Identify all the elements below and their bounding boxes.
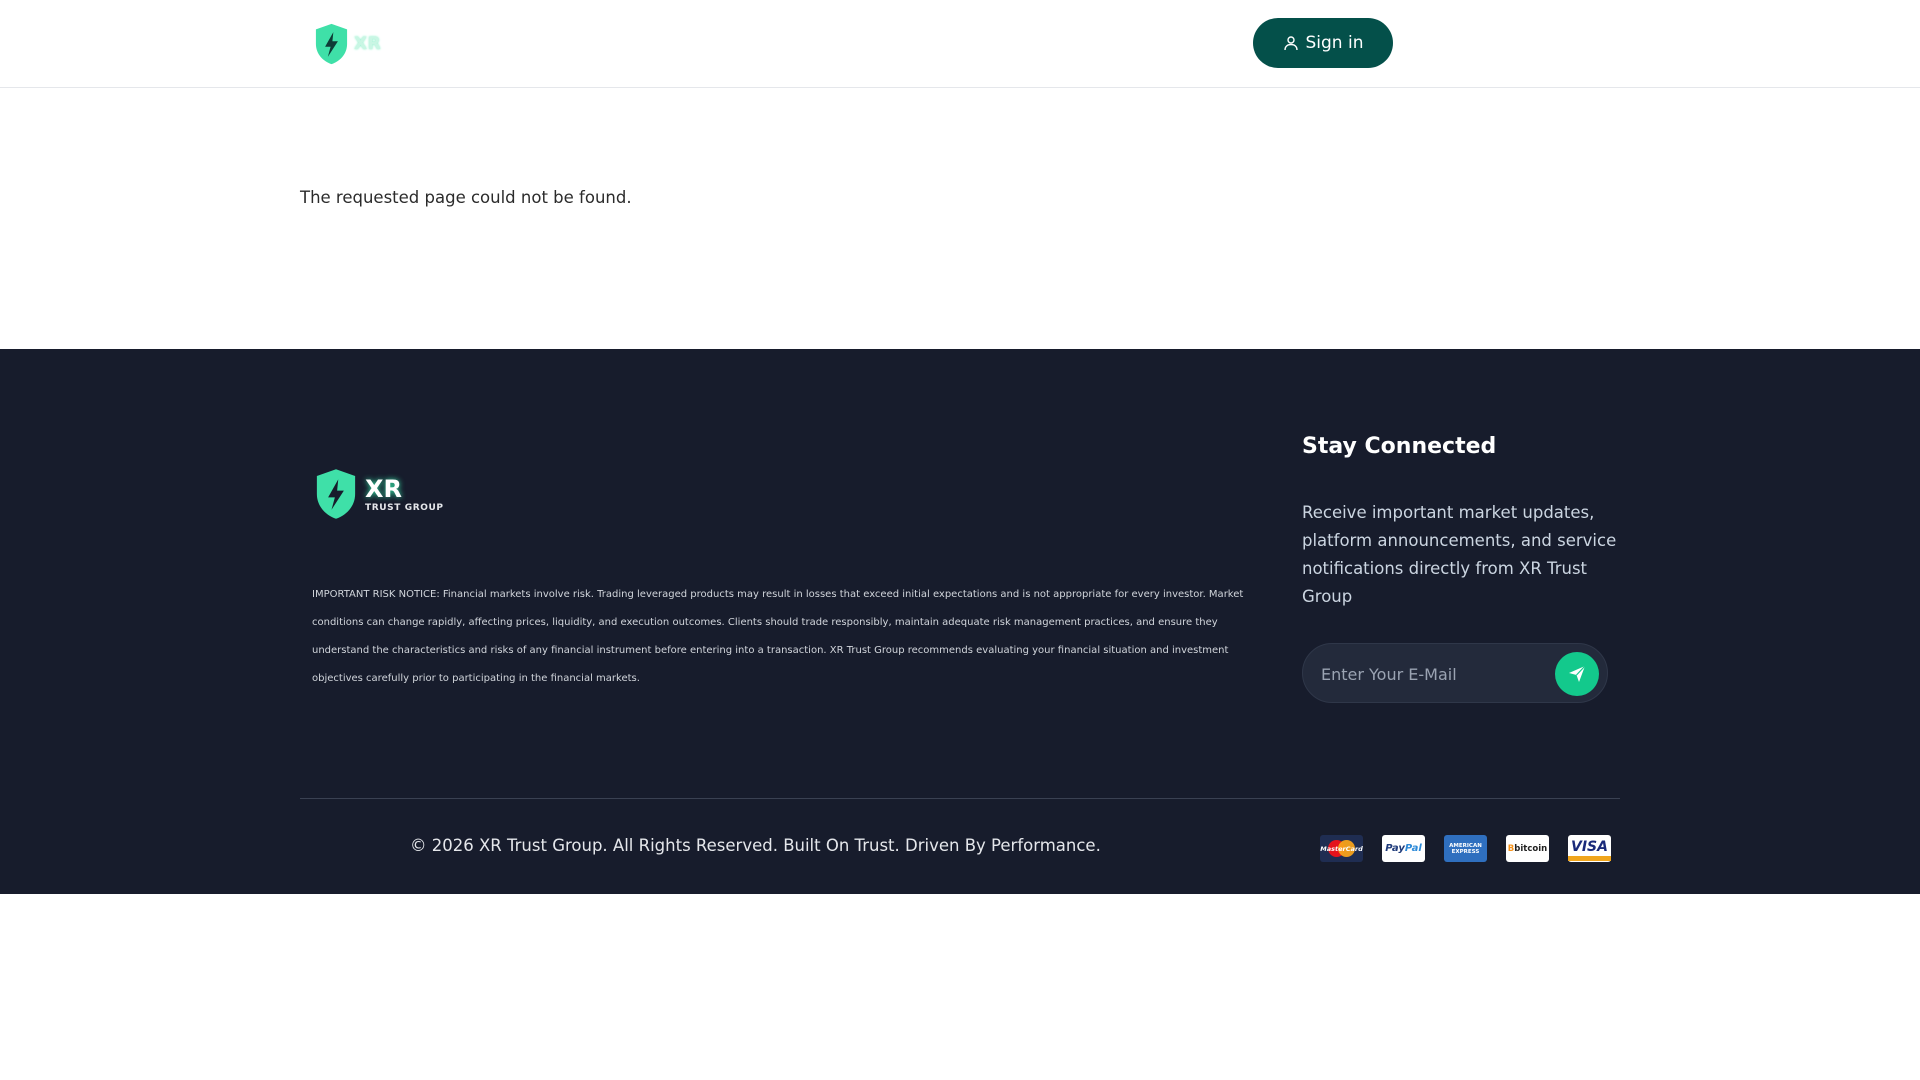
- footer-logo[interactable]: XR TRUST GROUP: [313, 467, 444, 521]
- copyright-text: © 2026 XR Trust Group. All Rights Reserv…: [410, 836, 1101, 855]
- footer-brand-sub: TRUST GROUP: [365, 502, 444, 513]
- bitcoin-label: bitcoin: [1514, 843, 1548, 854]
- sign-in-button[interactable]: Sign in: [1253, 18, 1393, 68]
- not-found-message: The requested page could not be found.: [300, 188, 632, 207]
- shield-bolt-icon: [315, 23, 348, 65]
- footer-brand: XR TRUST GROUP: [365, 476, 444, 513]
- send-icon: [1569, 665, 1586, 682]
- footer-divider: [300, 798, 1620, 799]
- stay-connected-description: Receive important market updates, platfo…: [1302, 503, 1617, 606]
- header-logo[interactable]: XR: [313, 22, 381, 66]
- payment-methods: MasterCard Pay Pal AMERICAN EXPRESS Bbitc…: [1320, 835, 1611, 862]
- email-input[interactable]: [1321, 662, 1541, 686]
- mastercard-label: MasterCard: [1320, 844, 1363, 853]
- bitcoin-icon: Bbitcoin: [1506, 835, 1549, 862]
- shield-bolt-icon: [316, 469, 356, 519]
- visa-icon: VISA: [1568, 835, 1611, 862]
- header-logo-text: XR: [354, 34, 382, 54]
- visa-label: VISA: [1571, 838, 1608, 855]
- subscribe-button[interactable]: [1555, 652, 1599, 696]
- site-header: XR Sign in: [0, 0, 1920, 88]
- footer-brand-name: XR: [365, 474, 402, 503]
- paypal-label-a: Pay: [1385, 843, 1405, 854]
- amex-label-b: EXPRESS: [1451, 848, 1480, 855]
- newsletter-form: [1302, 643, 1608, 703]
- paypal-icon: Pay Pal: [1382, 835, 1425, 862]
- sign-in-label: Sign in: [1305, 33, 1364, 53]
- mastercard-icon: MasterCard: [1320, 835, 1363, 862]
- risk-notice: IMPORTANT RISK NOTICE: Financial markets…: [312, 589, 1244, 684]
- paypal-label-b: Pal: [1404, 843, 1422, 854]
- amex-icon: AMERICAN EXPRESS: [1444, 835, 1487, 862]
- site-footer: XR TRUST GROUP IMPORTANT RISK NOTICE: Fi…: [0, 349, 1920, 894]
- user-icon: [1283, 36, 1298, 51]
- stay-connected-title: Stay Connected: [1302, 434, 1497, 459]
